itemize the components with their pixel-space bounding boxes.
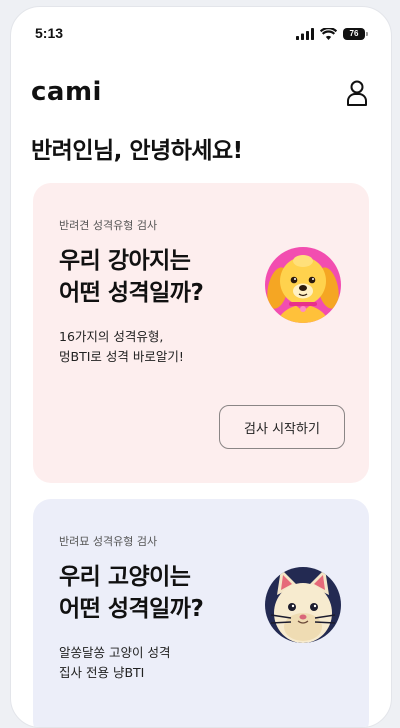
battery-icon: 76 — [343, 28, 368, 40]
card-desc-line: 멍BTI로 성격 바로알기! — [59, 349, 184, 364]
card-title-line: 우리 강아지는 — [59, 248, 191, 274]
greeting-title: 반려인님, 안녕하세요! — [31, 138, 243, 164]
status-icons: 76 — [296, 27, 368, 41]
phone-frame: 5:13 76 cami 반려인님, 안녕하세요! 반려견 성격유형 검사 우리… — [10, 6, 392, 728]
signal-icon — [296, 28, 314, 40]
card-title: 우리 고양이는 어떤 성격일까? — [59, 561, 204, 625]
card-desc-line: 알쏭달쏭 고양이 성격 — [59, 645, 171, 660]
dog-test-card[interactable]: 반려견 성격유형 검사 우리 강아지는 어떤 성격일까? 16가지의 성격유형,… — [33, 183, 369, 483]
app-logo[interactable]: cami — [31, 77, 102, 107]
card-desc-line: 16가지의 성격유형, — [59, 329, 164, 344]
status-time: 5:13 — [35, 25, 64, 41]
card-desc-line: 집사 전용 냥BTI — [59, 665, 145, 680]
dog-illustration — [265, 247, 341, 323]
profile-button[interactable] — [345, 79, 369, 107]
app-header: cami — [11, 77, 391, 117]
card-label: 반려견 성격유형 검사 — [59, 219, 158, 232]
card-title-line: 어떤 성격일까? — [59, 596, 204, 622]
card-title-line: 우리 고양이는 — [59, 564, 191, 590]
cat-illustration — [265, 567, 341, 643]
card-description: 16가지의 성격유형, 멍BTI로 성격 바로알기! — [59, 327, 184, 367]
start-test-button[interactable]: 검사 시작하기 — [219, 405, 345, 449]
cat-test-card[interactable]: 반려묘 성격유형 검사 우리 고양이는 어떤 성격일까? 알쏭달쏭 고양이 성격… — [33, 499, 369, 727]
card-title-line: 어떤 성격일까? — [59, 280, 204, 306]
card-label: 반려묘 성격유형 검사 — [59, 535, 158, 548]
status-bar: 5:13 76 — [11, 7, 391, 51]
card-description: 알쏭달쏭 고양이 성격 집사 전용 냥BTI — [59, 643, 170, 683]
person-icon — [347, 80, 367, 106]
wifi-icon — [320, 28, 337, 40]
card-title: 우리 강아지는 어떤 성격일까? — [59, 245, 204, 309]
